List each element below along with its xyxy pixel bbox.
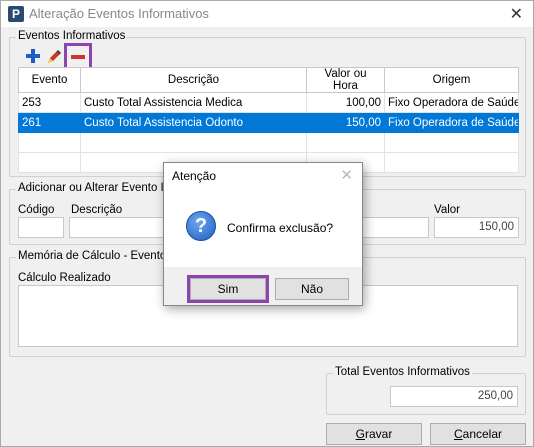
title-bar: P Alteração Eventos Informativos ✕	[1, 1, 533, 27]
close-icon[interactable]: ✕	[510, 4, 523, 24]
adicionar-legend: Adicionar ou Alterar Evento Info	[16, 182, 182, 194]
no-button[interactable]: Não	[275, 278, 349, 300]
cell-origem: Fixo Operadora de Saúde	[384, 112, 519, 133]
descricao-label: Descrição	[71, 204, 123, 216]
gravar-accel: G	[355, 427, 365, 441]
col-descricao[interactable]: Descrição	[80, 67, 307, 93]
table-row[interactable]: 253 Custo Total Assistencia Medica 100,0…	[18, 92, 519, 113]
cancelar-button[interactable]: Cancelar	[430, 423, 526, 445]
valor-field[interactable]: 150,00	[434, 217, 519, 238]
plus-icon	[26, 49, 40, 63]
confirm-dialog: Atenção ✕ ? Confirma exclusão? Sim Não	[163, 162, 363, 306]
dialog-title: Atenção	[172, 169, 217, 183]
cell-evento: 253	[18, 92, 81, 113]
valor-label: Valor	[434, 204, 460, 216]
table-row-empty[interactable]	[18, 132, 519, 153]
cell-origem: Fixo Operadora de Saúde	[384, 92, 519, 113]
cancelar-accel: C	[453, 427, 463, 441]
app-icon: P	[8, 6, 24, 22]
col-evento[interactable]: Evento	[18, 67, 81, 93]
minus-icon	[71, 55, 85, 59]
cell-evento: 261	[18, 112, 81, 133]
memoria-legend: Memória de Cálculo - Evento I	[16, 250, 175, 262]
total-legend: Total Eventos Informativos	[333, 366, 472, 378]
yes-button[interactable]: Sim	[187, 275, 269, 303]
remove-button[interactable]	[64, 43, 92, 71]
cell-descricao: Custo Total Assistencia Odonto	[80, 112, 307, 133]
window-title: Alteração Eventos Informativos	[29, 6, 209, 21]
table-header: Evento Descrição Valor ou Hora Origem	[18, 67, 519, 93]
col-origem[interactable]: Origem	[384, 67, 519, 93]
calculo-label: Cálculo Realizado	[18, 272, 111, 284]
eventos-legend: Eventos Informativos	[16, 30, 128, 42]
eventos-table: Evento Descrição Valor ou Hora Origem 25…	[18, 67, 519, 173]
dialog-footer: Sim Não	[164, 267, 362, 305]
cell-valor: 150,00	[306, 112, 385, 133]
dialog-message: Confirma exclusão?	[227, 221, 334, 235]
total-field: 250,00	[390, 386, 518, 407]
col-valor[interactable]: Valor ou Hora	[306, 67, 385, 93]
question-icon: ?	[186, 211, 216, 241]
codigo-label: Código	[18, 204, 55, 216]
add-button[interactable]	[23, 46, 43, 66]
dialog-close-icon[interactable]: ✕	[340, 166, 353, 184]
cell-descricao: Custo Total Assistencia Medica	[80, 92, 307, 113]
edit-button[interactable]	[44, 46, 64, 66]
gravar-button[interactable]: Gravar	[326, 423, 422, 445]
codigo-field[interactable]	[18, 217, 64, 238]
table-row-selected[interactable]: 261 Custo Total Assistencia Odonto 150,0…	[18, 112, 519, 133]
cell-valor: 100,00	[306, 92, 385, 113]
pencil-icon	[47, 49, 61, 63]
